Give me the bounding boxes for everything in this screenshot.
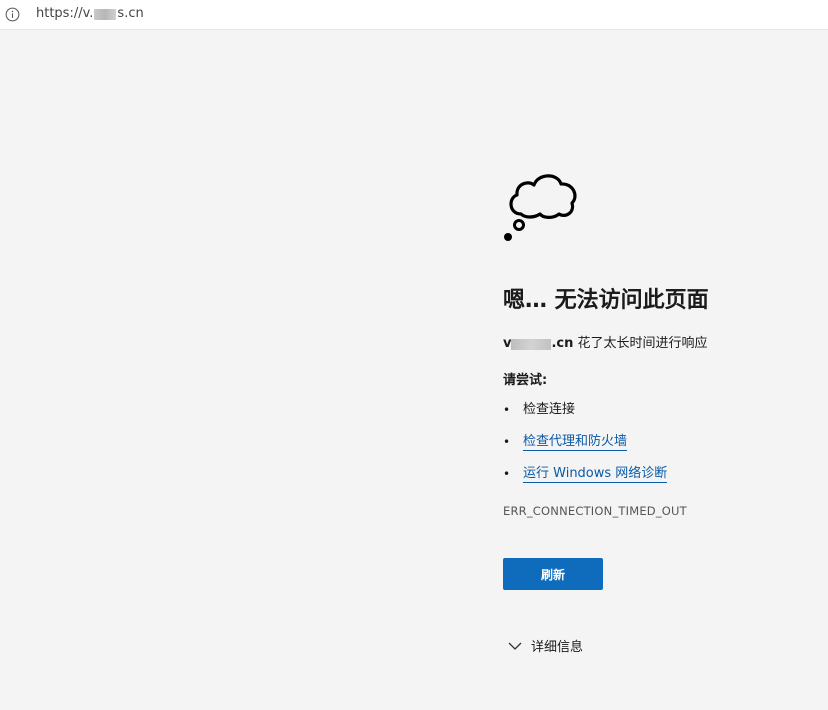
list-item: 运行 Windows 网络诊断 [503,466,813,498]
list-item: 检查代理和防火墙 [503,434,813,466]
error-message: v .cn 花了太长时间进行响应 [503,332,813,351]
url-field[interactable]: https://v. s.cn [36,6,144,21]
message-text: 花了太长时间进行响应 [577,336,708,352]
error-code: ERR_CONNECTION_TIMED_OUT [503,504,687,519]
url-prefix: https://v. [36,6,94,21]
suggestion-proxy-firewall-link[interactable]: 检查代理和防火墙 [523,434,628,452]
try-label: 请尝试: [503,373,548,389]
suggestions-list: 检查连接 检查代理和防火墙 运行 Windows 网络诊断 [503,402,813,498]
address-bar: https://v. s.cn [0,0,828,30]
chevron-down-icon [508,642,522,650]
suggestion-network-diagnostics-link[interactable]: 运行 Windows 网络诊断 [523,466,668,484]
refresh-button[interactable]: 刷新 [503,558,603,591]
redacted-text [94,8,117,20]
list-item: 检查连接 [503,402,813,434]
suggestion-check-connection: 检查连接 [523,402,576,418]
details-toggle[interactable]: 详细信息 [503,636,813,655]
cloud-icon [504,174,577,241]
info-icon[interactable] [5,7,20,22]
redacted-text [511,338,552,350]
host-suffix: .cn [551,336,574,352]
page-title: 嗯… 无法访问此页面 [503,288,709,313]
url-suffix: s.cn [117,6,144,21]
details-label: 详细信息 [531,640,584,656]
error-content: 嗯… 无法访问此页面 v .cn 花了太长时间进行响应 请尝试: 检查连接 检查代… [503,168,813,655]
host-prefix: v [503,336,512,352]
